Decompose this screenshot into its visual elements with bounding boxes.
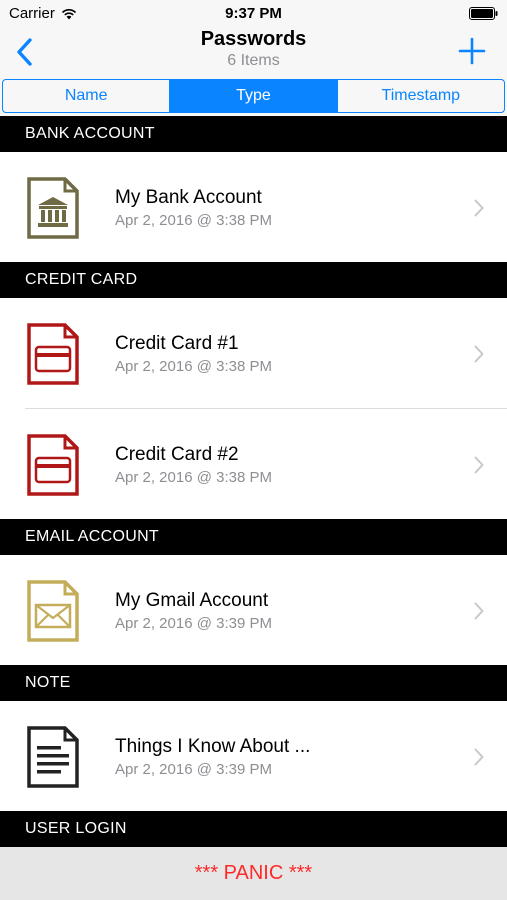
page-title: Passwords [200,28,307,50]
section-header-credit-card: CREDIT CARD [0,262,507,298]
panic-button[interactable]: *** PANIC *** [0,847,507,900]
chevron-right-icon [474,602,484,620]
credit-card-icon [27,323,79,385]
battery-icon [469,7,498,20]
chevron-right-icon [474,456,484,474]
chevron-right-icon [474,345,484,363]
list-item[interactable]: My Gmail Account Apr 2, 2016 @ 3:39 PM [0,555,507,665]
section-header-bank-account: BANK ACCOUNT [0,116,507,152]
envelope-icon [27,580,79,642]
bank-icon [27,177,79,239]
item-timestamp: Apr 2, 2016 @ 3:39 PM [115,761,272,778]
item-timestamp: Apr 2, 2016 @ 3:38 PM [115,358,272,375]
item-timestamp: Apr 2, 2016 @ 3:38 PM [115,469,272,486]
section-header-user-login: USER LOGIN [0,811,507,847]
segment-name[interactable]: Name [3,80,171,112]
chevron-right-icon [474,199,484,217]
password-list: BANK ACCOUNT My Bank Account Apr 2, 2016… [0,116,507,847]
status-time: 9:37 PM [225,5,282,22]
item-name: My Bank Account [115,187,262,208]
credit-card-icon [27,434,79,496]
status-bar: Carrier 9:37 PM [0,0,507,28]
section-header-note: NOTE [0,665,507,701]
segment-timestamp[interactable]: Timestamp [338,80,504,112]
item-timestamp: Apr 2, 2016 @ 3:38 PM [115,212,272,229]
item-name: My Gmail Account [115,590,269,611]
section-header-email-account: EMAIL ACCOUNT [0,519,507,555]
note-icon [27,726,79,788]
item-name: Credit Card #1 [115,333,239,354]
item-timestamp: Apr 2, 2016 @ 3:39 PM [115,615,272,632]
chevron-right-icon [474,748,484,766]
segment-type[interactable]: Type [170,80,338,112]
item-name: Credit Card #2 [115,444,239,465]
item-name: Things I Know About ... [115,736,311,757]
add-icon[interactable] [457,36,487,66]
navigation-bar: Passwords 6 Items [0,28,507,76]
list-item[interactable]: Credit Card #2 Apr 2, 2016 @ 3:38 PM [0,409,507,519]
list-item[interactable]: Things I Know About ... Apr 2, 2016 @ 3:… [0,701,507,811]
sort-control-bar: Name Type Timestamp [0,76,507,116]
item-count: 6 Items [227,52,280,69]
list-item[interactable]: My Bank Account Apr 2, 2016 @ 3:38 PM [0,152,507,262]
list-item[interactable]: Credit Card #1 Apr 2, 2016 @ 3:38 PM [0,298,507,408]
sort-segmented-control: Name Type Timestamp [2,79,505,113]
